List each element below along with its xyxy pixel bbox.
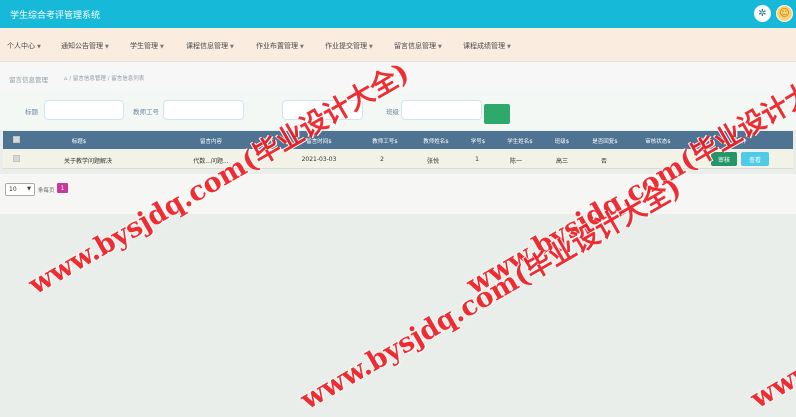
nav-item-student[interactable]: 学生管理 ▼ [130, 41, 164, 51]
search-bar: 标题 教师工号 班级 [0, 92, 796, 130]
user-avatar-icon[interactable]: ☺ [776, 5, 793, 22]
cell-student-id: 1 [475, 156, 479, 163]
nav-item-personal[interactable]: 个人中心 ▼ [7, 41, 41, 51]
chevron-down-icon: ▼ [105, 44, 109, 50]
cell-replied: 否 [600, 158, 607, 165]
home-icon[interactable]: ⌂ [64, 76, 68, 82]
nav-item-submit[interactable]: 作业提交管理 ▼ [325, 41, 373, 51]
nav-item-grade[interactable]: 课程成绩管理 ▼ [463, 41, 511, 51]
nav-label: 作业提交管理 [325, 42, 367, 50]
col-student-name[interactable]: 学生姓名$ [503, 137, 537, 145]
cell-teacher-id: 2 [380, 156, 384, 163]
col-teacher-name[interactable]: 教师姓名$ [420, 137, 452, 145]
chevron-down-icon: ▼ [230, 44, 234, 50]
view-button[interactable]: 查看 [741, 152, 769, 166]
chevron-down-icon: ▼ [27, 186, 31, 192]
breadcrumb-path: ⌂ / 留言信息管理 / 留言信息列表 [64, 74, 144, 82]
row-checkbox[interactable] [13, 155, 20, 162]
search-label-title: 标题 [25, 108, 38, 116]
nav-label: 作业布置管理 [256, 42, 298, 50]
nav-item-notice[interactable]: 通知公告管理 ▼ [61, 41, 109, 51]
search-label-class: 班级 [386, 108, 399, 116]
cell-student-name: 陈一 [509, 158, 522, 165]
col-student-id[interactable]: 学号$ [468, 137, 488, 145]
nav-label: 通知公告管理 [61, 42, 103, 50]
top-header: 学生综合考评管理系统 ✲ ☺ [0, 0, 796, 28]
nav-label: 个人中心 [7, 42, 35, 50]
chevron-down-icon: ▼ [369, 44, 373, 50]
nav-label: 学生管理 [130, 42, 158, 50]
page-size-label: 条每页 [38, 188, 55, 194]
page-title: 留言信息管理 [9, 76, 48, 84]
search-button[interactable] [484, 104, 510, 124]
select-all-checkbox[interactable] [13, 136, 20, 143]
breadcrumb-text: / 留言信息管理 / 留言信息列表 [69, 76, 145, 82]
page-size-select[interactable]: 10 ▼ [5, 183, 35, 196]
nav-label: 留言信息管理 [394, 42, 436, 50]
col-class[interactable]: 班级$ [552, 137, 572, 145]
search-input-teacher-id[interactable] [163, 100, 244, 120]
chevron-down-icon: ▼ [507, 44, 511, 50]
nav-item-message[interactable]: 留言信息管理 ▼ [394, 41, 442, 51]
chevron-down-icon: ▼ [438, 44, 442, 50]
chevron-down-icon: ▼ [300, 44, 304, 50]
nav-item-assign[interactable]: 作业布置管理 ▼ [256, 41, 304, 51]
chevron-down-icon: ▼ [37, 44, 41, 50]
app-title: 学生综合考评管理系统 [10, 11, 101, 21]
col-title[interactable]: 标题$ [64, 137, 94, 145]
nav-label: 课程信息管理 [186, 42, 228, 50]
nav-item-course[interactable]: 课程信息管理 ▼ [186, 41, 234, 51]
col-teacher-id[interactable]: 教师工号$ [369, 137, 401, 145]
page-number-current[interactable]: 1 [57, 183, 68, 193]
col-replied[interactable]: 是否回复$ [590, 137, 620, 145]
cell-teacher-name: 张悦 [426, 158, 439, 165]
cell-time: 2021-03-03 [301, 156, 337, 163]
search-label-teacher-id: 教师工号 [133, 108, 159, 116]
search-input-class[interactable] [401, 100, 482, 120]
cell-class: 高三 [555, 158, 568, 165]
gear-icon[interactable]: ✲ [754, 5, 771, 22]
cell-title: 关于教学问题解决 [63, 158, 112, 165]
col-status[interactable]: 审核状态$ [643, 137, 673, 145]
page-size-value: 10 [9, 186, 17, 193]
search-input-title[interactable] [44, 100, 124, 120]
col-content: 留言内容 [199, 139, 222, 145]
chevron-down-icon: ▼ [160, 44, 164, 50]
nav-label: 课程成绩管理 [463, 42, 505, 50]
